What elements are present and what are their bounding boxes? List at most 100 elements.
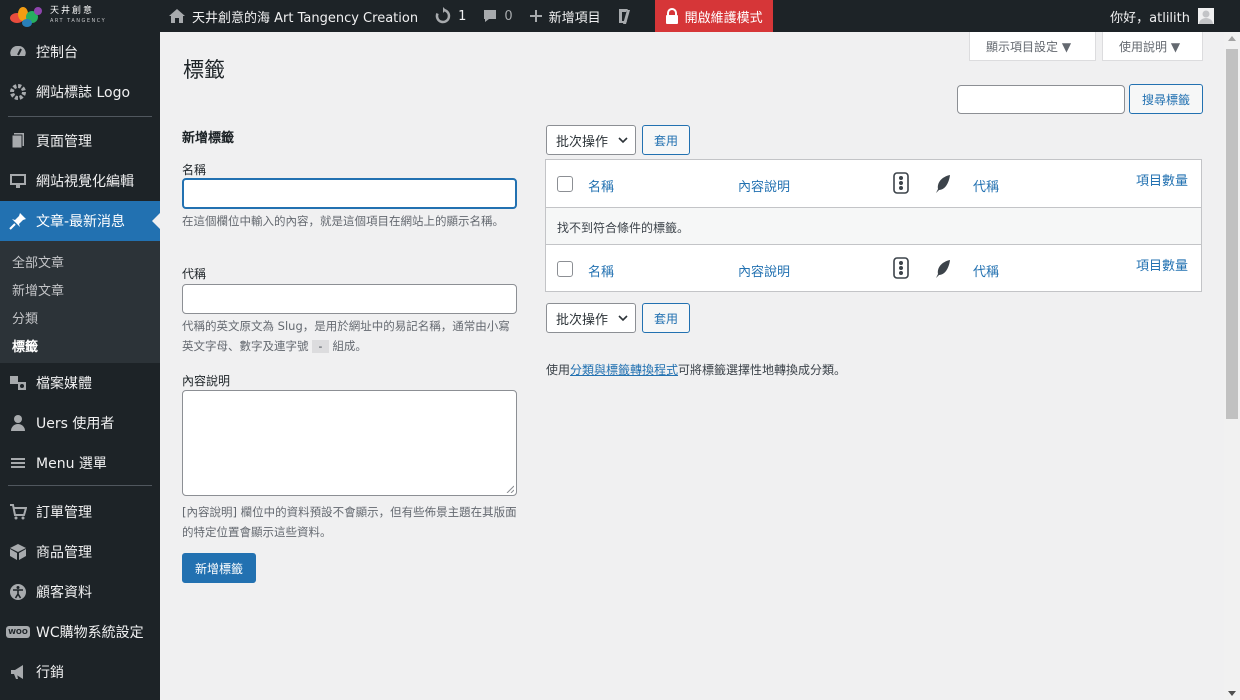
- yoast-link[interactable]: [609, 0, 649, 32]
- submenu-all-posts[interactable]: 全部文章: [0, 247, 160, 275]
- sidebar-item-wc-settings[interactable]: WOO WC購物系統設定: [0, 612, 160, 652]
- updates-link[interactable]: 1: [426, 0, 474, 32]
- column-description[interactable]: 內容說明: [738, 176, 790, 195]
- column-name[interactable]: 名稱: [588, 176, 614, 195]
- woo-icon: WOO: [6, 622, 30, 642]
- sidebar-item-label: 顧客資料: [36, 585, 92, 601]
- table-empty-row: 找不到符合條件的標籤。: [546, 208, 1201, 244]
- column-slug[interactable]: 代稱: [973, 176, 999, 195]
- sidebar-item-label: 網站標誌 Logo: [36, 85, 131, 101]
- user-icon: [8, 413, 28, 433]
- sidebar-item-site-logo[interactable]: 網站標誌 Logo: [0, 72, 160, 112]
- traffic-light-icon: [893, 257, 909, 279]
- column-count[interactable]: 項目數量: [1136, 170, 1188, 189]
- apply-button-top[interactable]: 套用: [642, 125, 690, 155]
- name-label: 名稱: [182, 163, 207, 177]
- new-item-label: 新增項目: [548, 10, 601, 26]
- apply-button-bottom[interactable]: 套用: [642, 303, 690, 333]
- megaphone-icon: [8, 662, 28, 682]
- search-input[interactable]: [957, 85, 1125, 114]
- slug-label: 代稱: [182, 267, 207, 281]
- pin-icon: [8, 211, 28, 231]
- site-name: 天井創意的海 Art Tangency Creation: [192, 10, 419, 26]
- bulk-action-select-top[interactable]: 批次操作: [546, 125, 636, 155]
- submenu-tags[interactable]: 標籤: [0, 331, 160, 359]
- account-menu[interactable]: 你好，atlilith: [1110, 0, 1240, 32]
- scroll-up-arrow-icon[interactable]: [1228, 36, 1236, 41]
- slug-help-code: -: [312, 340, 329, 353]
- comment-icon: [484, 10, 497, 22]
- traffic-light-icon: [893, 172, 909, 194]
- converter-note: 使用分類與標籤轉換程式可將標籤選擇性地轉換成分類。: [546, 363, 847, 377]
- tags-table: 名稱 內容說明 代稱 項目數量 找不到符合條件的標籤。 名稱 內容說明 代稱 項…: [545, 159, 1202, 292]
- sidebar-item-label: 訂單管理: [36, 505, 92, 521]
- submenu-categories[interactable]: 分類: [0, 303, 160, 331]
- sidebar-item-posts[interactable]: 文章-最新消息: [0, 201, 160, 241]
- logo-text-en: ART TANGENCY: [50, 18, 107, 24]
- comments-link[interactable]: 0: [474, 0, 520, 32]
- add-tag-button[interactable]: 新增標籤: [182, 553, 256, 583]
- site-name-link[interactable]: 天井創意的海 Art Tangency Creation: [160, 0, 426, 32]
- main-content: 顯示項目設定 ▼ 使用說明 ▼ 標籤 搜尋標籤 新增標籤 名稱 在這個欄位中輸入…: [160, 32, 1224, 700]
- sidebar-item-orders[interactable]: 訂單管理: [0, 492, 160, 532]
- column-slug[interactable]: 代稱: [973, 261, 999, 280]
- pages-icon: [8, 131, 28, 151]
- page-title: 標籤: [183, 58, 225, 82]
- sidebar-item-label: Uers 使用者: [36, 416, 115, 432]
- site-logo[interactable]: 天井創意 ART TANGENCY: [0, 0, 160, 32]
- media-icon: [8, 373, 28, 393]
- select-all-checkbox-bottom[interactable]: [557, 261, 573, 277]
- sidebar-item-label: WC購物系統設定: [36, 625, 144, 641]
- greeting: 你好，atlilith: [1110, 10, 1190, 26]
- name-input[interactable]: [182, 178, 517, 209]
- select-all-checkbox[interactable]: [557, 176, 573, 192]
- help-button[interactable]: 使用說明 ▼: [1102, 32, 1203, 61]
- scroll-down-arrow-icon[interactable]: [1228, 691, 1236, 696]
- chevron-down-icon: [618, 137, 628, 144]
- slug-help: 代稱的英文原文為 Slug，是用於網址中的易記名稱，通常由小寫英文字母、數字及連…: [182, 319, 510, 353]
- maintenance-label: 開啟維護模式: [684, 10, 763, 26]
- home-icon: [169, 9, 185, 23]
- sidebar-item-users[interactable]: Uers 使用者: [0, 403, 160, 443]
- sidebar-item-label: 行銷: [36, 665, 64, 681]
- bulk-action-value: 批次操作: [556, 134, 609, 150]
- plus-icon: [529, 10, 542, 22]
- page-scrollbar[interactable]: [1224, 32, 1240, 700]
- description-textarea[interactable]: [182, 390, 517, 496]
- sidebar-item-products[interactable]: 商品管理: [0, 532, 160, 572]
- submenu-new-post[interactable]: 新增文章: [0, 275, 160, 303]
- sidebar-item-dashboard[interactable]: 控制台: [0, 32, 160, 72]
- sidebar-item-label: 控制台: [36, 45, 78, 61]
- cart-icon: [8, 502, 28, 522]
- updates-count: 1: [458, 8, 467, 24]
- new-item-link[interactable]: 新增項目: [521, 0, 609, 32]
- scrollbar-thumb[interactable]: [1226, 49, 1238, 419]
- column-description[interactable]: 內容說明: [738, 261, 790, 280]
- sidebar-item-label: Menu 選單: [36, 456, 107, 472]
- lock-icon: [665, 8, 678, 24]
- slug-input[interactable]: [182, 284, 517, 314]
- converter-link[interactable]: 分類與標籤轉換程式: [570, 363, 678, 377]
- chevron-down-icon: [618, 315, 628, 322]
- sidebar-item-customers[interactable]: 顧客資料: [0, 572, 160, 612]
- sidebar-item-marketing[interactable]: 行銷: [0, 652, 160, 692]
- column-count[interactable]: 項目數量: [1136, 255, 1188, 274]
- accessibility-icon: [8, 582, 28, 602]
- sidebar-item-label: 網站視覺化編輯: [36, 174, 134, 190]
- resize-handle-icon[interactable]: [506, 485, 514, 493]
- sidebar-item-visual-editor[interactable]: 網站視覺化編輯: [0, 161, 160, 201]
- empty-message: 找不到符合條件的標籤。: [557, 221, 690, 235]
- table-header: 名稱 內容說明 代稱 項目數量: [546, 160, 1201, 208]
- sidebar-item-label: 文章-最新消息: [36, 214, 126, 230]
- sidebar-item-menus[interactable]: Menu 選單: [0, 443, 160, 483]
- column-name[interactable]: 名稱: [588, 261, 614, 280]
- bulk-action-select-bottom[interactable]: 批次操作: [546, 303, 636, 333]
- sidebar-item-pages[interactable]: 頁面管理: [0, 121, 160, 161]
- updates-icon: [435, 7, 451, 24]
- box-icon: [8, 542, 28, 562]
- maintenance-mode-button[interactable]: 開啟維護模式: [654, 0, 773, 32]
- screen-options-button[interactable]: 顯示項目設定 ▼: [969, 32, 1096, 61]
- sidebar-item-media[interactable]: 檔案媒體: [0, 363, 160, 403]
- feather-icon: [936, 260, 950, 278]
- search-tags-button[interactable]: 搜尋標籤: [1129, 84, 1203, 114]
